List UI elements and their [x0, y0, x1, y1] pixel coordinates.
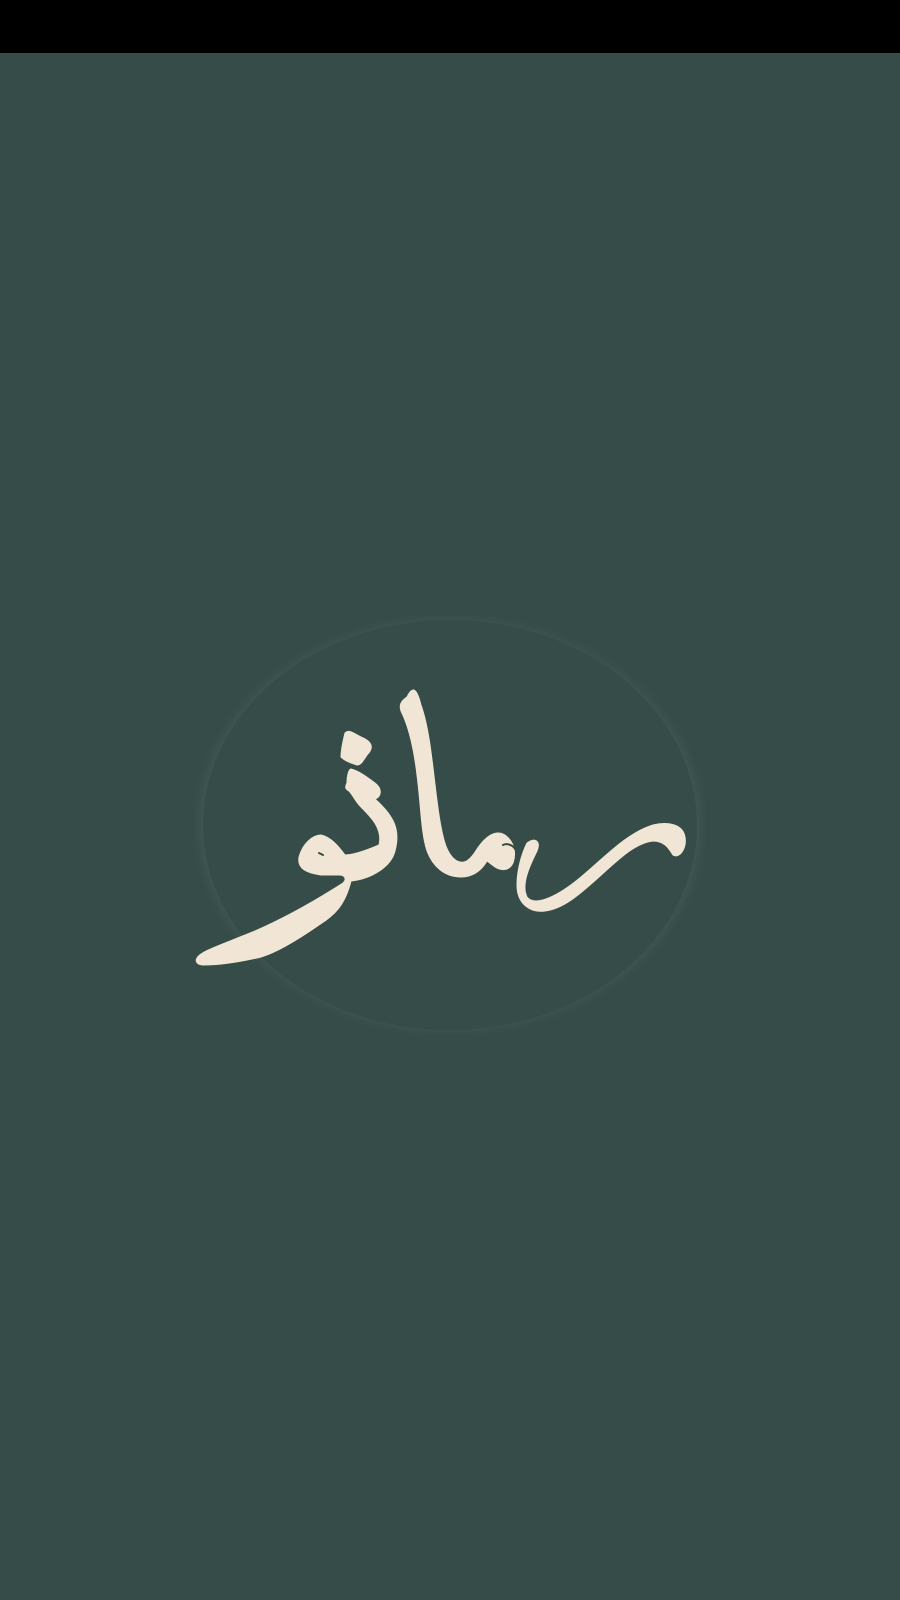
- logo-disc: [203, 620, 697, 1030]
- status-bar: [0, 0, 900, 53]
- app-logo: [195, 615, 705, 1035]
